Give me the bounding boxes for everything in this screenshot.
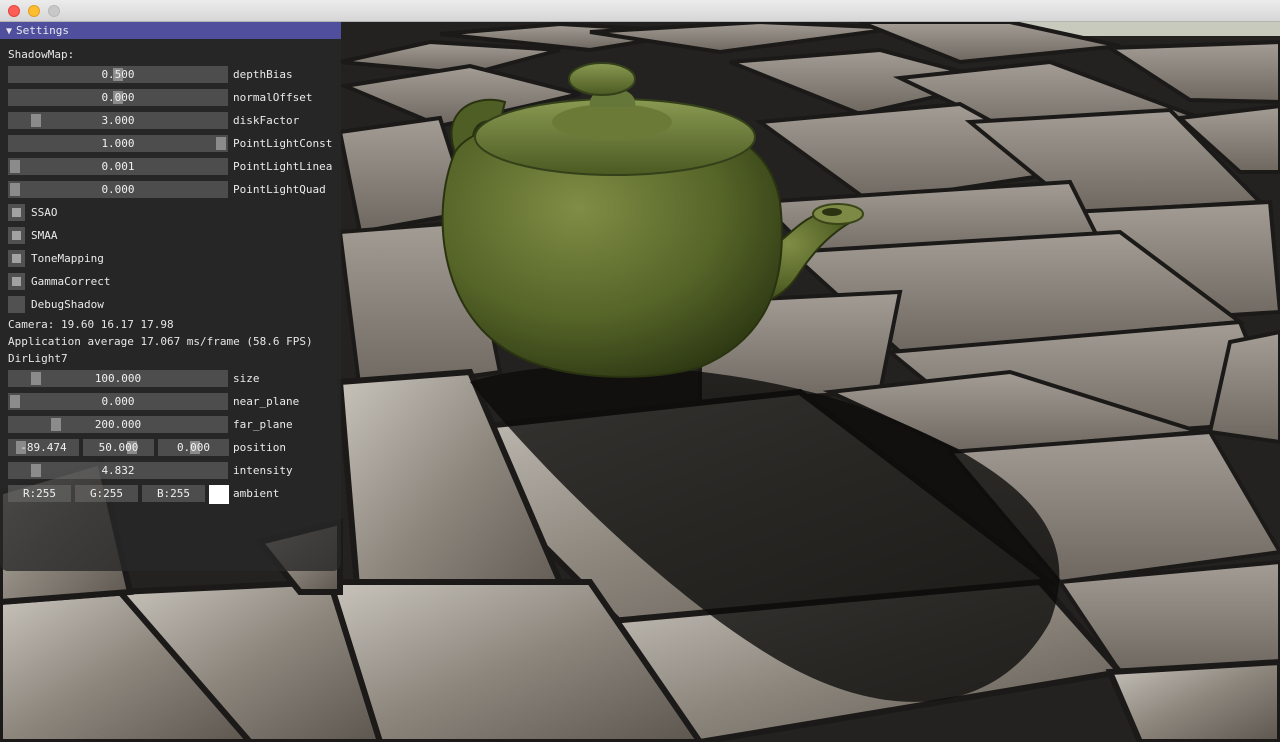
normaloffset-label: normalOffset — [233, 91, 313, 104]
pointlightconst-slider[interactable]: 1.000 — [8, 135, 228, 152]
ambient-g-field[interactable]: G:255 — [75, 485, 138, 502]
size-value: 100.000 — [94, 372, 142, 385]
settings-window[interactable]: ▼ Settings ShadowMap: 0.500 depthBias 0.000… — [0, 22, 341, 571]
checkbox-box[interactable] — [8, 204, 25, 221]
checkmark-icon — [12, 208, 21, 217]
near-plane-value: 0.000 — [101, 395, 135, 408]
ambient-color-swatch[interactable] — [209, 485, 229, 504]
pointlightconst-label: PointLightConst — [233, 137, 333, 150]
depthbias-label: depthBias — [233, 68, 293, 81]
position-x-value: -89.474 — [20, 441, 67, 454]
far-plane-label: far_plane — [233, 418, 293, 431]
checkbox-label: SSAO — [31, 206, 58, 219]
settings-title: Settings — [16, 24, 70, 37]
depthbias-value: 0.500 — [101, 68, 135, 81]
diskfactor-label: diskFactor — [233, 114, 300, 127]
position-label: position — [233, 441, 286, 454]
normaloffset-slider[interactable]: 0.000 — [8, 89, 228, 106]
size-slider[interactable]: 100.000 — [8, 370, 228, 387]
intensity-label: intensity — [233, 464, 293, 477]
minimize-icon[interactable] — [28, 5, 40, 17]
pointlightquad-value: 0.000 — [101, 183, 135, 196]
pointlightquad-slider[interactable]: 0.000 — [8, 181, 228, 198]
far-plane-slider[interactable]: 200.000 — [8, 416, 228, 433]
pointlightlinea-label: PointLightLinea — [233, 160, 333, 173]
checkbox-label: GammaCorrect — [31, 275, 111, 288]
far-plane-value: 200.000 — [94, 418, 142, 431]
pointlightlinea-slider[interactable]: 0.001 — [8, 158, 228, 175]
pointlightconst-value: 1.000 — [101, 137, 135, 150]
triangle-down-icon[interactable]: ▼ — [6, 26, 12, 37]
settings-title-bar[interactable]: ▼ Settings — [0, 22, 341, 39]
intensity-slider[interactable]: 4.832 — [8, 462, 228, 479]
depthbias-slider[interactable]: 0.500 — [8, 66, 228, 83]
dirlight-header: DirLight7 — [8, 352, 68, 365]
checkbox-box[interactable] — [8, 296, 25, 313]
checkbox-box[interactable] — [8, 250, 25, 267]
pointlightquad-label: PointLightQuad — [233, 183, 326, 196]
checkmark-icon — [12, 231, 21, 240]
near-plane-slider[interactable]: 0.000 — [8, 393, 228, 410]
position-y-value: 50.000 — [98, 441, 139, 454]
maximize-icon[interactable] — [48, 5, 60, 17]
ambient-b-field[interactable]: B:255 — [142, 485, 205, 502]
checkbox-box[interactable] — [8, 273, 25, 290]
intensity-value: 4.832 — [101, 464, 135, 477]
ambient-label: ambient — [233, 487, 280, 500]
size-label: size — [233, 372, 260, 385]
ambient-r-field[interactable]: R:255 — [8, 485, 71, 502]
window-title-bar — [0, 0, 1280, 22]
checkbox-label: DebugShadow — [31, 298, 104, 311]
normaloffset-value: 0.000 — [101, 91, 135, 104]
close-icon[interactable] — [8, 5, 20, 17]
shadowmap-header: ShadowMap: — [8, 48, 75, 61]
diskfactor-slider[interactable]: 3.000 — [8, 112, 228, 129]
diskfactor-value: 3.000 — [101, 114, 135, 127]
camera-readout: Camera: 19.60 16.17 17.98 — [8, 318, 174, 331]
position-x-field[interactable]: -89.474 — [8, 439, 79, 456]
position-z-field[interactable]: 0.000 — [158, 439, 229, 456]
position-z-value: 0.000 — [176, 441, 211, 454]
checkmark-icon — [12, 277, 21, 286]
position-y-field[interactable]: 50.000 — [83, 439, 154, 456]
checkbox-label: ToneMapping — [31, 252, 104, 265]
checkmark-icon — [12, 254, 21, 263]
near-plane-label: near_plane — [233, 395, 300, 408]
checkbox-box[interactable] — [8, 227, 25, 244]
pointlightlinea-value: 0.001 — [101, 160, 135, 173]
fps-readout: Application average 17.067 ms/frame (58.… — [8, 335, 313, 348]
checkbox-label: SMAA — [31, 229, 58, 242]
